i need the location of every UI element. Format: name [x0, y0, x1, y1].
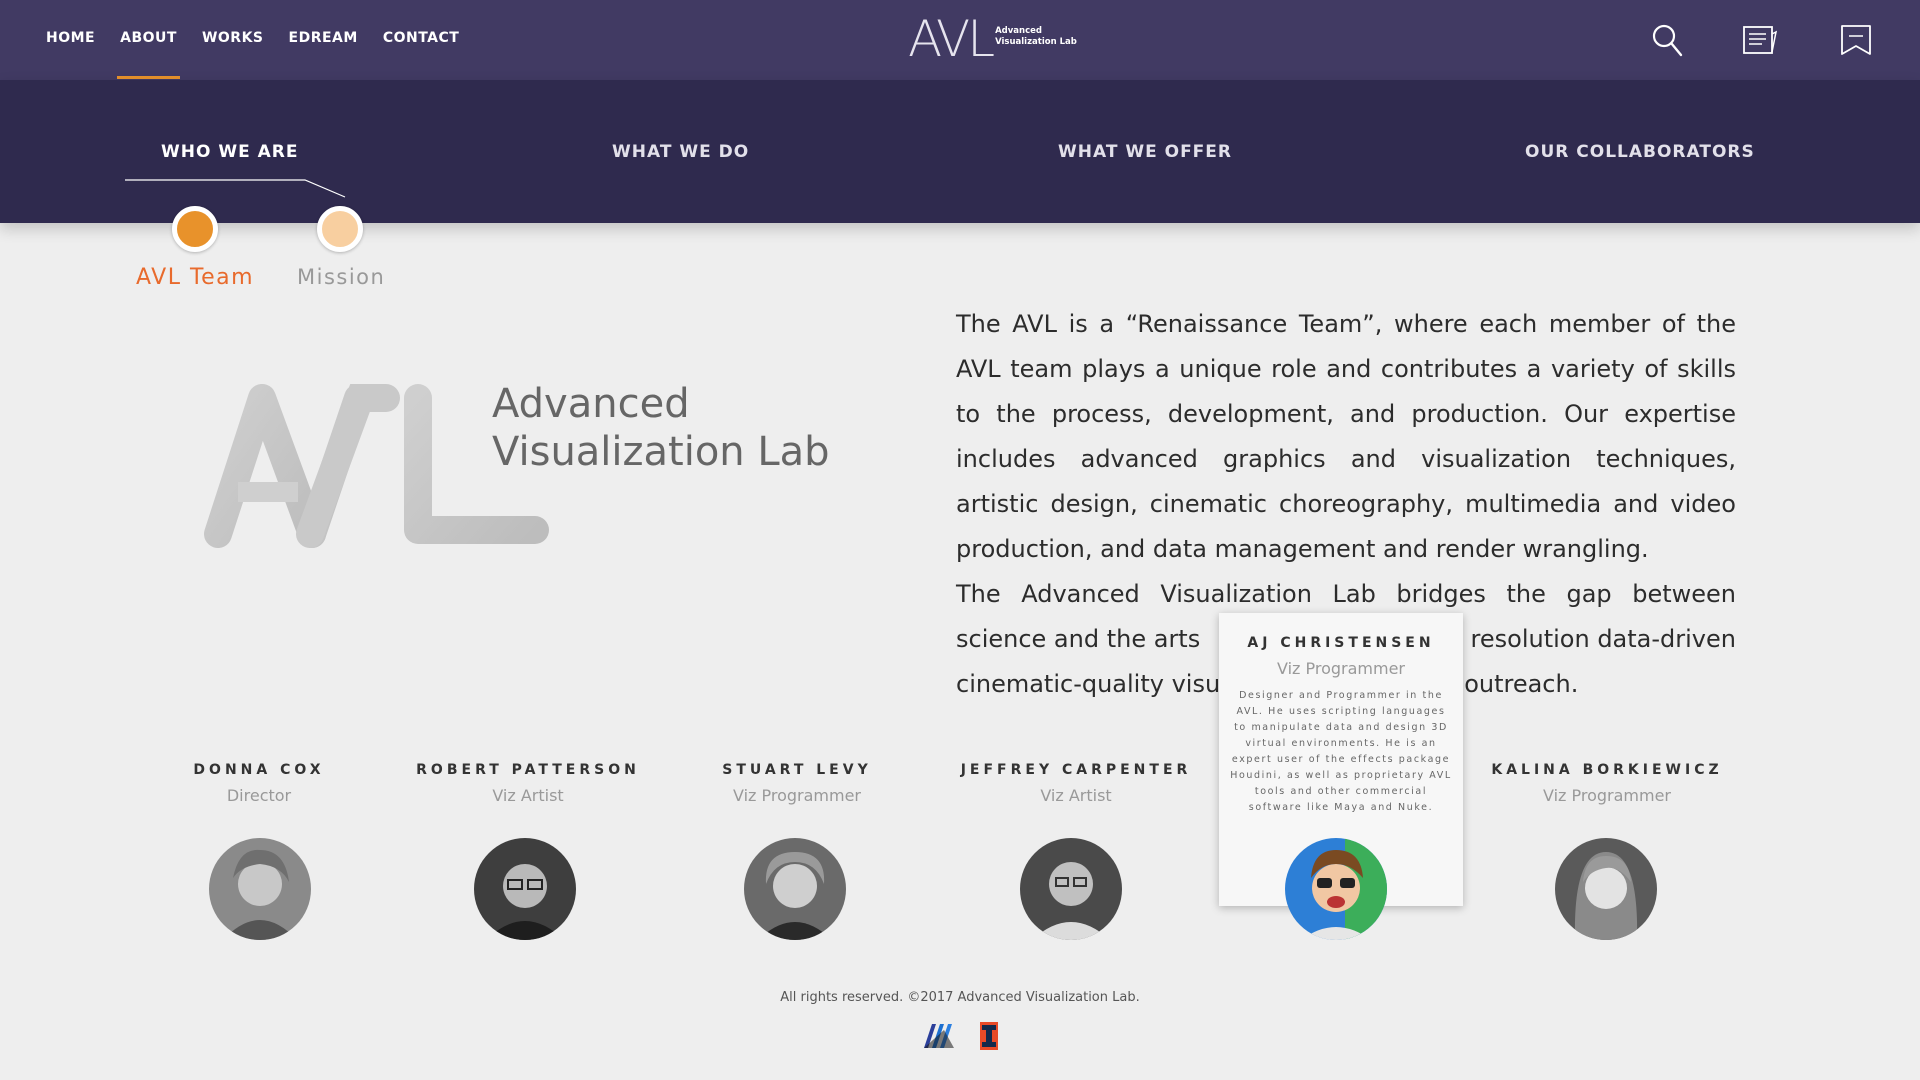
member-avatar-donna-cox[interactable]	[209, 838, 311, 940]
nav-works[interactable]: WORKS	[202, 30, 264, 46]
tab-indicator-line	[125, 179, 346, 198]
hero-logo-line2: Visualization Lab	[492, 429, 830, 475]
illinois-logo[interactable]	[980, 1022, 998, 1050]
member-avatar-kalina-borkiewicz[interactable]	[1555, 838, 1657, 940]
team-member: KALINA BORKIEWICZ Viz Programmer	[1487, 762, 1727, 805]
team-member: DONNA COX Director	[139, 762, 379, 805]
team-member: ROBERT PATTERSON Viz Artist	[408, 762, 648, 805]
member-name: DONNA COX	[193, 762, 325, 778]
nav-edream[interactable]: EDREAM	[289, 30, 358, 46]
logo-subtitle-line2: Visualization Lab	[995, 37, 1077, 47]
tab-what-we-offer[interactable]: WHAT WE OFFER	[1058, 142, 1232, 162]
member-name: STUART LEVY	[722, 762, 872, 778]
member-avatar-aj-christensen[interactable]	[1285, 838, 1387, 940]
site-logo[interactable]: AVL Advanced Visualization Lab	[908, 12, 1077, 66]
top-navbar: HOME ABOUT WORKS EDREAM CONTACT AVL Adva…	[0, 0, 1920, 80]
intro-line2-left: science and the arts	[956, 625, 1201, 653]
member-role: Director	[226, 786, 292, 805]
nav-home[interactable]: HOME	[46, 30, 95, 46]
avl-footer-logo[interactable]	[922, 1022, 956, 1050]
search-icon[interactable]	[1650, 22, 1686, 58]
member-name: JEFFREY CARPENTER	[960, 762, 1192, 778]
main-nav: HOME ABOUT WORKS EDREAM CONTACT	[46, 30, 484, 79]
team-member: STUART LEVY Viz Programmer	[677, 762, 917, 805]
logo-letters: AVL	[908, 10, 995, 68]
intro-line3-right: outreach.	[1464, 670, 1579, 698]
intro-line2-right: resolution data-driven	[1470, 625, 1736, 653]
about-subnav: WHO WE ARE WHAT WE DO WHAT WE OFFER OUR …	[0, 80, 1920, 223]
nav-about[interactable]: ABOUT	[117, 30, 180, 79]
nav-contact[interactable]: CONTACT	[383, 30, 460, 46]
intro-paragraph-1: The AVL is a “Renaissance Team”, where e…	[956, 310, 1736, 563]
footer-copyright: All rights reserved. ©2017 Advanced Visu…	[780, 990, 1140, 1005]
bookmark-icon[interactable]	[1838, 22, 1874, 58]
team-member: JEFFREY CARPENTER Viz Artist	[956, 762, 1196, 805]
member-role: Viz Artist	[492, 786, 564, 805]
member-name: ROBERT PATTERSON	[416, 762, 640, 778]
member-role: Viz Programmer	[1276, 659, 1406, 678]
member-avatar-stuart-levy[interactable]	[744, 838, 846, 940]
member-role: Viz Artist	[1040, 786, 1112, 805]
member-role: Viz Programmer	[1542, 786, 1672, 805]
hero-logo-text: Advanced Visualization Lab	[492, 380, 830, 476]
member-name: AJ CHRISTENSEN	[1247, 635, 1435, 651]
hero-logo-line1: Advanced	[492, 381, 690, 427]
tab-what-we-do[interactable]: WHAT WE DO	[612, 142, 749, 162]
member-name: KALINA BORKIEWICZ	[1491, 762, 1723, 778]
news-icon[interactable]	[1742, 22, 1778, 58]
section-label-mission[interactable]: Mission	[297, 265, 385, 289]
section-dot-mission[interactable]	[317, 206, 363, 252]
tab-our-collaborators[interactable]: OUR COLLABORATORS	[1525, 142, 1755, 162]
section-label-avl-team[interactable]: AVL Team	[136, 265, 254, 290]
logo-subtitle: Advanced Visualization Lab	[995, 26, 1077, 48]
section-dot-avl-team[interactable]	[172, 206, 218, 252]
member-role: Viz Programmer	[732, 786, 862, 805]
intro-paragraph-2-line1: The Advanced Visualization Lab bridges t…	[956, 580, 1736, 608]
member-avatar-jeffrey-carpenter[interactable]	[1020, 838, 1122, 940]
member-avatar-robert-patterson[interactable]	[474, 838, 576, 940]
logo-subtitle-line1: Advanced	[995, 26, 1042, 36]
member-description: Designer and Programmer in the AVL. He u…	[1230, 690, 1452, 813]
intro-line3-left: cinematic-quality visu	[956, 670, 1221, 698]
